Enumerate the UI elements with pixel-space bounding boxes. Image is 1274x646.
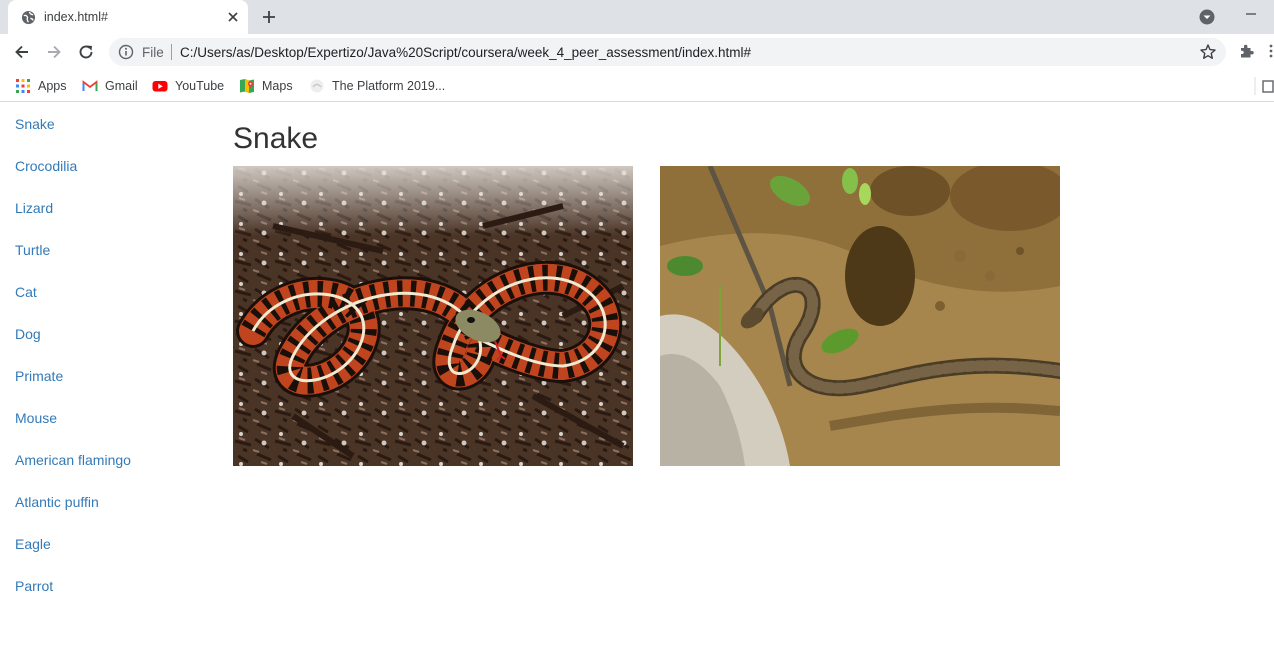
address-divider: [171, 44, 172, 60]
snake-photo-garter: [233, 166, 633, 466]
bookmark-maps[interactable]: Maps: [239, 76, 293, 96]
nav-link-primate[interactable]: Primate: [15, 368, 63, 384]
info-icon[interactable]: [118, 44, 134, 60]
nav-link-crocodilia[interactable]: Crocodilia: [15, 158, 77, 174]
tab-strip: index.html#: [0, 0, 1274, 34]
page-title: Snake: [233, 122, 319, 155]
other-bookmarks-icon[interactable]: [1254, 77, 1274, 95]
nav-link-cat[interactable]: Cat: [15, 284, 37, 300]
forward-arrow-icon[interactable]: [44, 42, 64, 62]
platform-icon: [310, 79, 324, 93]
minimize-window-icon[interactable]: [1244, 7, 1258, 21]
bookmark-label: YouTube: [175, 79, 225, 93]
new-tab-icon[interactable]: [260, 8, 278, 26]
nav-link-parrot[interactable]: Parrot: [15, 578, 53, 594]
bookmarks-bar: Apps Gmail YouTube Maps The Platform 201…: [0, 70, 1274, 102]
scheme-label: File: [142, 45, 164, 60]
nav-link-lizard[interactable]: Lizard: [15, 200, 53, 216]
reload-icon[interactable]: [76, 42, 96, 62]
menu-dots-icon[interactable]: [1268, 44, 1274, 58]
maps-icon: [240, 79, 254, 93]
address-bar[interactable]: File C:/Users/as/Desktop/Expertizo/Java%…: [109, 38, 1226, 66]
bookmark-gmail[interactable]: Gmail: [82, 76, 138, 96]
tab-title: index.html#: [44, 10, 108, 24]
bookmark-label: The Platform 2019...: [332, 79, 446, 93]
youtube-icon: [152, 81, 168, 92]
tab-search-icon[interactable]: [1198, 8, 1216, 26]
nav-link-mouse[interactable]: Mouse: [15, 410, 57, 426]
apps-grid-icon: [16, 79, 30, 93]
nav-link-turtle[interactable]: Turtle: [15, 242, 50, 258]
bookmark-label: Gmail: [105, 79, 138, 93]
nav-link-atlantic-puffin[interactable]: Atlantic puffin: [15, 494, 99, 510]
url-text[interactable]: C:/Users/as/Desktop/Expertizo/Java%20Scr…: [180, 45, 751, 60]
nav-link-eagle[interactable]: Eagle: [15, 536, 51, 552]
browser-toolbar: File C:/Users/as/Desktop/Expertizo/Java%…: [0, 34, 1274, 70]
globe-icon: [21, 10, 36, 25]
back-arrow-icon[interactable]: [12, 42, 32, 62]
close-tab-icon[interactable]: [225, 9, 241, 25]
nav-link-snake[interactable]: Snake: [15, 116, 55, 132]
bookmark-star-icon[interactable]: [1199, 43, 1217, 61]
gmail-icon: [82, 80, 98, 91]
snake-photo-water: [660, 166, 1060, 466]
extensions-puzzle-icon[interactable]: [1238, 42, 1256, 60]
bookmark-label: Maps: [262, 79, 293, 93]
nav-link-dog[interactable]: Dog: [15, 326, 41, 342]
bookmark-label: Apps: [38, 79, 67, 93]
nav-link-american-flamingo[interactable]: American flamingo: [15, 452, 131, 468]
bookmark-youtube[interactable]: YouTube: [152, 76, 224, 96]
bookmark-apps[interactable]: Apps: [15, 76, 67, 96]
bookmark-the-platform[interactable]: The Platform 2019...: [309, 76, 445, 96]
active-tab[interactable]: index.html#: [8, 0, 248, 34]
